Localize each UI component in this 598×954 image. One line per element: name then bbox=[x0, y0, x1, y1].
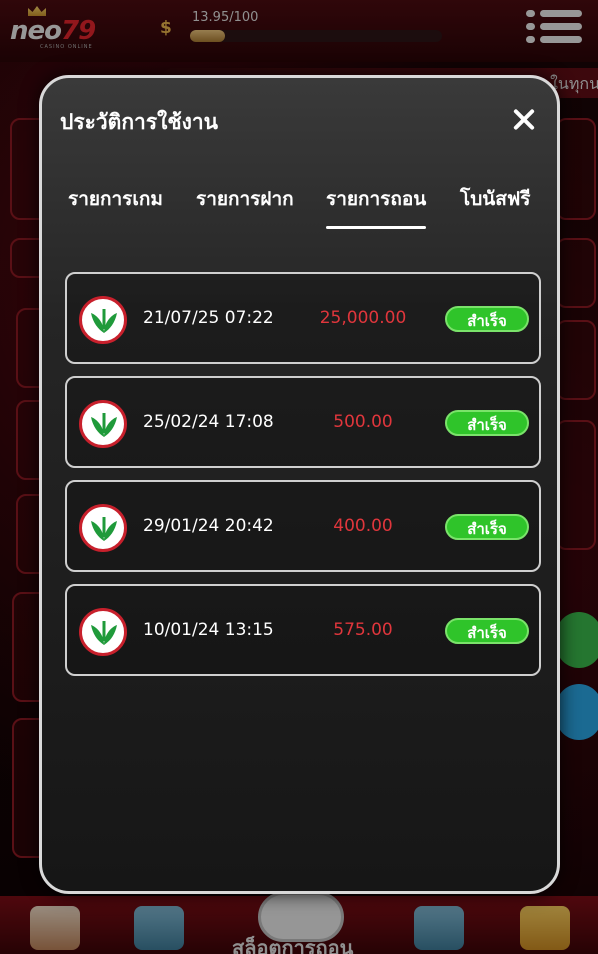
tab-deposit-history[interactable]: รายการฝาก bbox=[196, 184, 294, 214]
withdraw-amount: 400.00 bbox=[333, 516, 393, 536]
withdraw-row[interactable]: 21/07/25 07:22 25,000.00 สำเร็จ bbox=[65, 272, 541, 364]
kbank-logo-icon bbox=[79, 608, 127, 656]
withdraw-amount: 575.00 bbox=[333, 620, 393, 640]
tab-game-history[interactable]: รายการเกม bbox=[68, 184, 163, 214]
kbank-logo-icon bbox=[79, 296, 127, 344]
withdraw-datetime: 21/07/25 07:22 bbox=[143, 308, 274, 328]
status-badge: สำเร็จ bbox=[445, 618, 529, 644]
kbank-logo-icon bbox=[79, 504, 127, 552]
history-modal: ประวัติการใช้งาน รายการเกม รายการฝาก ราย… bbox=[39, 75, 560, 894]
status-badge: สำเร็จ bbox=[445, 306, 529, 332]
withdraw-row[interactable]: 25/02/24 17:08 500.00 สำเร็จ bbox=[65, 376, 541, 468]
withdraw-row[interactable]: 10/01/24 13:15 575.00 สำเร็จ bbox=[65, 584, 541, 676]
modal-title: ประวัติการใช้งาน bbox=[60, 110, 219, 134]
withdraw-amount: 25,000.00 bbox=[319, 308, 407, 328]
status-badge: สำเร็จ bbox=[445, 514, 529, 540]
kbank-logo-icon bbox=[79, 400, 127, 448]
tab-free-bonus[interactable]: โบนัสฟรี bbox=[460, 184, 531, 214]
withdraw-datetime: 10/01/24 13:15 bbox=[143, 620, 274, 640]
history-tabs: รายการเกม รายการฝาก รายการถอน โบนัสฟรี bbox=[68, 184, 548, 234]
withdraw-row[interactable]: 29/01/24 20:42 400.00 สำเร็จ bbox=[65, 480, 541, 572]
withdraw-amount: 500.00 bbox=[333, 412, 393, 432]
withdraw-datetime: 25/02/24 17:08 bbox=[143, 412, 274, 432]
tab-withdraw-history[interactable]: รายการถอน bbox=[326, 184, 427, 229]
withdraw-datetime: 29/01/24 20:42 bbox=[143, 516, 274, 536]
close-icon[interactable] bbox=[512, 108, 536, 132]
status-badge: สำเร็จ bbox=[445, 410, 529, 436]
